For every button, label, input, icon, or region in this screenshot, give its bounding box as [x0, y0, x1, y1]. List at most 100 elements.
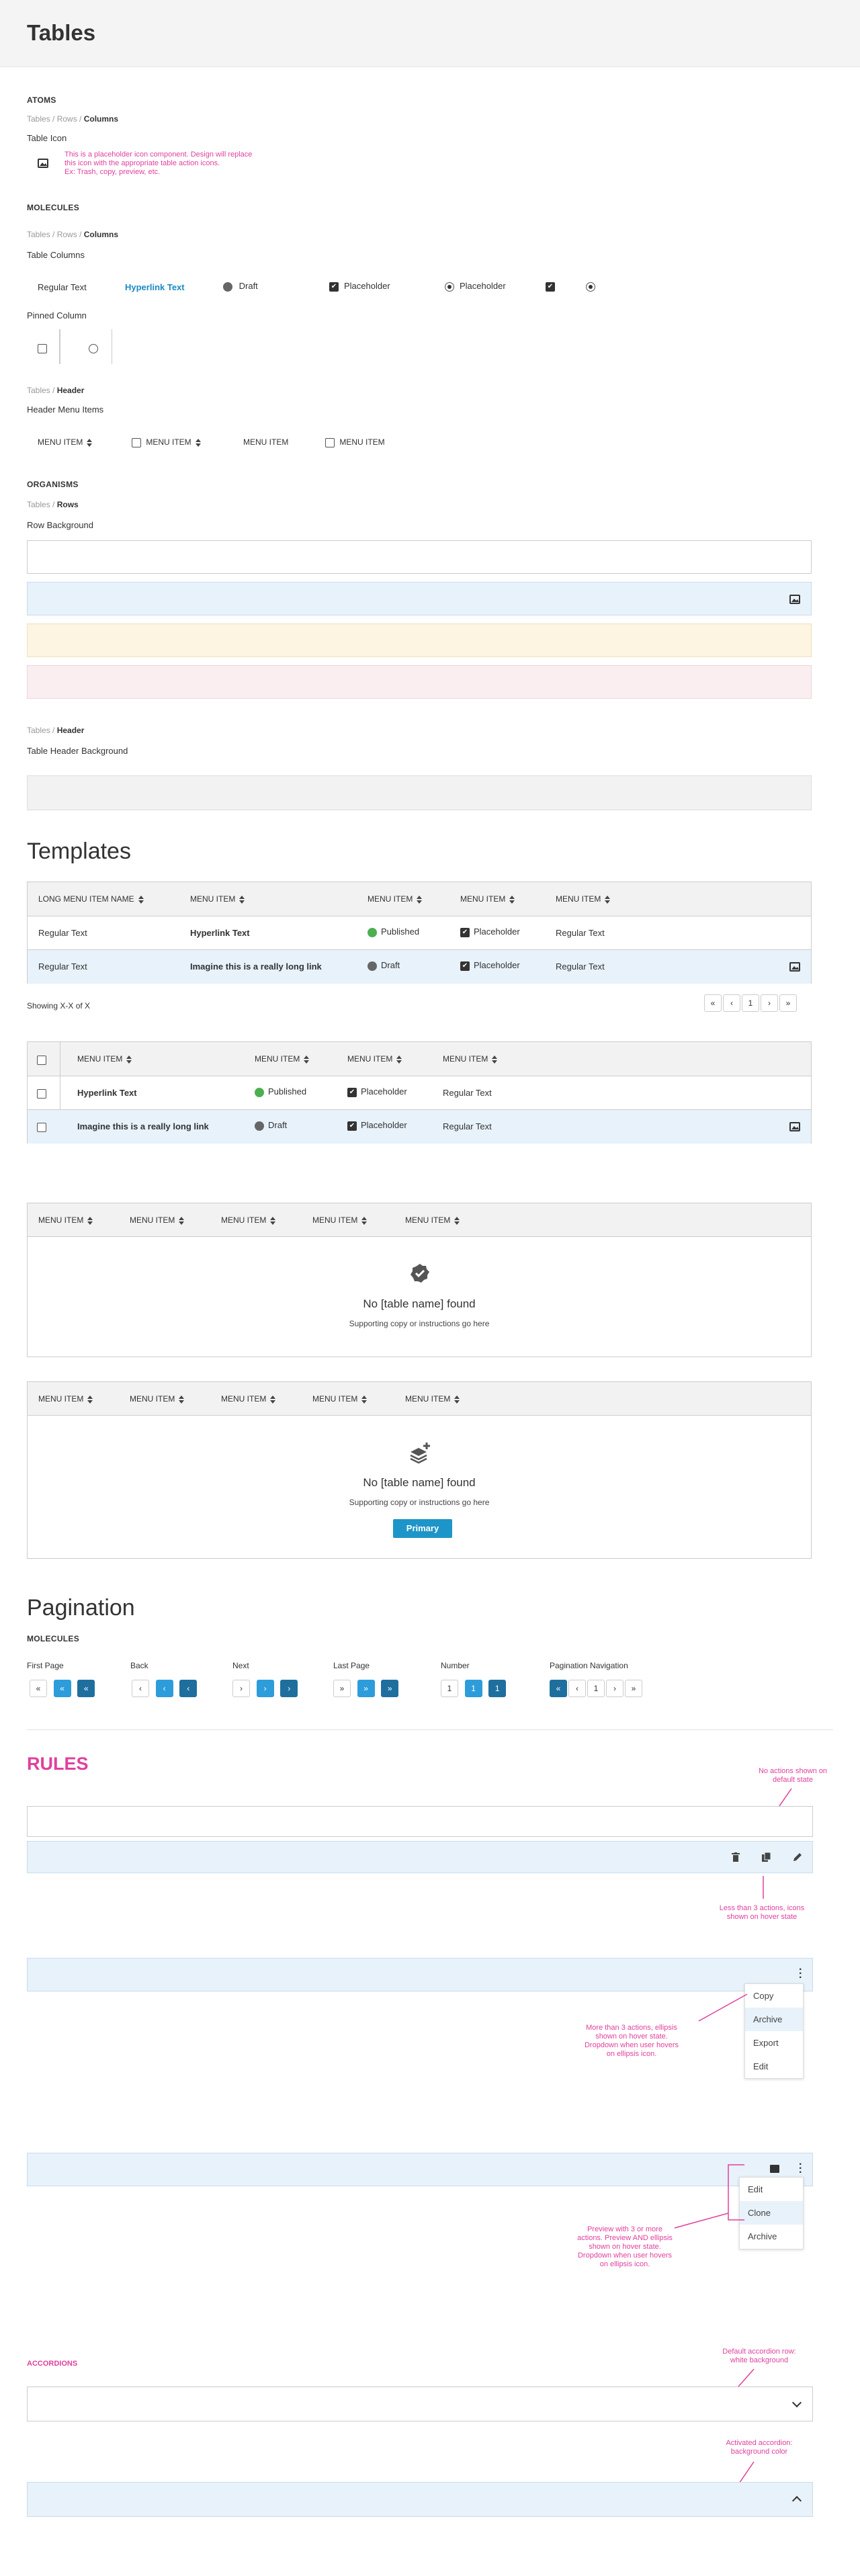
table-row-hover[interactable]: Regular Text Imagine this is a really lo… — [28, 949, 811, 984]
page-number[interactable]: 1 — [742, 994, 759, 1012]
checkbox-icon[interactable] — [325, 437, 335, 447]
last-page-button[interactable]: » — [625, 1680, 642, 1697]
next-button-active[interactable]: › — [280, 1680, 298, 1697]
row-checkbox[interactable] — [37, 1121, 46, 1132]
cell-link[interactable]: Imagine this is a really long link — [77, 1121, 209, 1131]
column-header[interactable]: MENU ITEM — [38, 1203, 93, 1237]
next-button[interactable]: › — [232, 1680, 250, 1697]
trash-icon[interactable] — [732, 1852, 740, 1862]
column-header[interactable]: MENU ITEM — [312, 1203, 368, 1237]
cell-checkbox[interactable]: ✔ Placeholder — [460, 960, 520, 971]
column-header[interactable]: MENU ITEM — [312, 1382, 368, 1416]
checkbox-checked-icon[interactable]: ✔ — [347, 1121, 357, 1131]
cell-link[interactable]: Hyperlink Text — [190, 928, 250, 938]
column-header[interactable]: MENU ITEM — [556, 882, 611, 916]
first-page-button[interactable]: « — [704, 994, 722, 1012]
next-button-hover[interactable]: › — [256, 1680, 274, 1697]
crumb-path[interactable]: Tables / Rows / — [27, 114, 84, 124]
checkbox-checked-icon[interactable]: ✔ — [460, 927, 470, 937]
sort-icon[interactable] — [454, 1216, 460, 1225]
row-checkbox[interactable] — [37, 1088, 46, 1099]
sort-icon[interactable] — [195, 438, 201, 447]
menu-item-copy[interactable]: Copy — [745, 1984, 803, 2008]
next-button[interactable]: › — [606, 1680, 624, 1697]
column-header[interactable]: MENU ITEM — [405, 1382, 460, 1416]
column-header[interactable]: MENU ITEM — [130, 1382, 185, 1416]
last-page-button[interactable]: » — [779, 994, 797, 1012]
sort-icon[interactable] — [270, 1216, 276, 1225]
checkbox-checked-icon[interactable]: ✔ — [347, 1087, 357, 1097]
column-header[interactable]: MENU ITEM — [443, 1042, 498, 1076]
back-button[interactable]: ‹ — [723, 994, 740, 1012]
menu-item-edit[interactable]: Edit — [745, 2055, 803, 2078]
sort-icon[interactable] — [87, 1395, 93, 1404]
radio-placeholder[interactable]: Placeholder — [445, 281, 506, 292]
ellipsis-icon[interactable]: · · · — [799, 2159, 802, 2178]
pencil-icon[interactable] — [792, 1852, 803, 1862]
back-button[interactable]: ‹ — [568, 1680, 586, 1697]
column-header[interactable]: MENU ITEM — [130, 1203, 185, 1237]
sort-icon[interactable] — [396, 1055, 402, 1064]
chevron-down-icon[interactable] — [791, 2397, 802, 2408]
column-header[interactable]: LONG MENU ITEM NAME — [38, 882, 144, 916]
page-number[interactable]: 1 — [441, 1680, 458, 1697]
sort-icon[interactable] — [417, 895, 423, 904]
cell-checkbox[interactable]: ✔ Placeholder — [460, 927, 520, 937]
row-bg-hover[interactable] — [27, 582, 812, 615]
checkbox-checked-icon[interactable]: ✔ — [460, 961, 470, 971]
preview-icon[interactable] — [769, 2164, 780, 2174]
sort-icon[interactable] — [509, 895, 515, 904]
image-icon[interactable] — [789, 962, 800, 972]
back-button-hover[interactable]: ‹ — [155, 1680, 173, 1697]
page-number-hover[interactable]: 1 — [464, 1680, 482, 1697]
cell-link[interactable]: Hyperlink Text — [77, 1088, 137, 1098]
table-row[interactable]: Hyperlink Text Published ✔ Placeholder Re… — [28, 1076, 811, 1109]
table-row-hover[interactable]: Imagine this is a really long link Draft… — [28, 1109, 811, 1144]
sort-icon[interactable] — [87, 438, 93, 447]
sort-icon[interactable] — [492, 1055, 498, 1064]
image-icon[interactable] — [789, 1122, 800, 1131]
column-header[interactable]: MENU ITEM — [460, 882, 515, 916]
sort-icon[interactable] — [239, 895, 245, 904]
checkbox-icon[interactable] — [37, 1122, 46, 1132]
sort-icon[interactable] — [304, 1055, 310, 1064]
chevron-up-icon[interactable] — [791, 2495, 802, 2506]
column-header[interactable]: MENU ITEM — [255, 1042, 310, 1076]
last-page-button[interactable]: » — [333, 1680, 351, 1697]
column-header[interactable]: MENU ITEM — [221, 1203, 276, 1237]
copy-icon[interactable] — [761, 1852, 772, 1862]
next-button[interactable]: › — [761, 994, 778, 1012]
header-menu-item-checkbox[interactable]: MENU ITEM — [325, 437, 385, 447]
crumb-path[interactable]: Tables / Rows / — [27, 230, 84, 239]
back-button[interactable]: ‹ — [132, 1680, 149, 1697]
ellipsis-icon[interactable]: · · · — [799, 1965, 802, 1983]
checkbox-placeholder[interactable]: ✔ Placeholder — [329, 281, 390, 292]
rule-row-default[interactable] — [27, 1806, 813, 1837]
menu-item-archive[interactable]: Archive — [740, 2225, 803, 2248]
checkbox-icon[interactable] — [38, 343, 47, 353]
rule-row-hover-ellipsis[interactable]: · · · — [27, 1958, 813, 1991]
sort-icon[interactable] — [361, 1395, 368, 1404]
menu-item-archive[interactable]: Archive — [745, 2008, 803, 2031]
primary-button[interactable]: Primary — [393, 1519, 452, 1538]
sort-icon[interactable] — [179, 1395, 185, 1404]
sort-icon[interactable] — [87, 1216, 93, 1225]
pinned-radio[interactable] — [89, 343, 98, 353]
last-page-button-active[interactable]: » — [381, 1680, 399, 1697]
sort-icon[interactable] — [605, 895, 611, 904]
menu-item-export[interactable]: Export — [745, 2031, 803, 2055]
menu-item-clone[interactable]: Clone — [740, 2201, 803, 2225]
column-header[interactable]: MENU ITEM — [38, 1382, 93, 1416]
column-header[interactable]: MENU ITEM — [221, 1382, 276, 1416]
accordion-row-active[interactable] — [27, 2482, 813, 2517]
radio-only[interactable] — [586, 281, 595, 292]
select-all-checkbox[interactable] — [37, 1054, 46, 1065]
sort-icon[interactable] — [454, 1395, 460, 1404]
crumb-path[interactable]: Tables / — [27, 500, 57, 509]
image-icon[interactable] — [789, 595, 800, 604]
checkbox-icon[interactable] — [132, 437, 141, 447]
rule-row-hover-preview[interactable]: · · · — [27, 2153, 813, 2186]
table-row[interactable]: Regular Text Hyperlink Text Published ✔ P… — [28, 916, 811, 949]
header-menu-item-sortable[interactable]: MENU ITEM — [38, 437, 93, 447]
column-header[interactable]: MENU ITEM — [77, 1042, 132, 1076]
